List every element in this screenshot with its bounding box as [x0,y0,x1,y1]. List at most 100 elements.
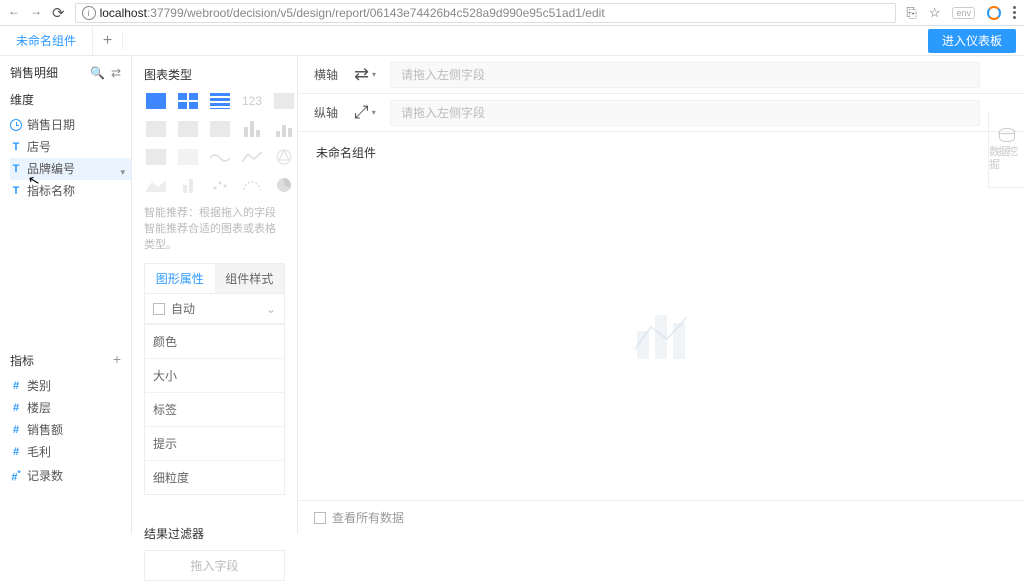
number-type-icon: #* [10,465,22,487]
checkbox-icon[interactable] [314,512,326,524]
chart-type-disabled [272,91,296,111]
back-icon[interactable]: ← [8,4,20,22]
text-type-icon: T [10,182,22,200]
canvas-panel: 横轴 ⇄▾ 请拖入左侧字段 纵轴 ⤢▾ 请拖入左侧字段 数据挖掘 未命名组件 [298,56,1024,534]
chart-type-scatter [208,175,232,195]
url-path: :37799/webroot/decision/v5/design/report… [147,6,605,20]
data-mining-button[interactable]: 数据挖掘 [988,112,1024,188]
chart-type-crosstab[interactable] [176,91,200,111]
chart-type-radar [272,147,296,167]
shape-props: 颜色 大小 标签 提示 细粒度 [144,324,285,495]
translate-icon[interactable]: ⎘ [906,5,916,21]
forward-icon[interactable]: → [30,4,42,22]
dim-item-name[interactable]: T指标名称 [10,180,131,202]
chart-type-disabled [176,119,200,139]
chart-type-grid: 123 [144,91,285,195]
measure-item[interactable]: #类别 [10,375,131,397]
extension-badge[interactable]: env [952,7,975,19]
measure-item[interactable]: #毛利 [10,441,131,463]
chart-type-combo [176,175,200,195]
clock-icon [10,119,22,131]
chart-type-disabled [208,119,232,139]
address-bar[interactable]: i localhost:37799/webroot/decision/v5/de… [75,3,897,23]
chevron-down-icon: ⌄ [266,302,276,316]
chart-type-label: 图表类型 [144,66,285,83]
canvas-title: 未命名组件 [298,132,1024,173]
search-icon[interactable]: 🔍 [90,66,105,80]
x-axis-icon[interactable]: ⇄▾ [348,64,382,85]
add-measure-button[interactable]: + [113,351,121,367]
chart-type-pie [272,175,296,195]
measure-item[interactable]: #楼层 [10,397,131,419]
filter-dropzone[interactable]: 拖入字段 [144,550,285,581]
dimensions-header: 维度 [10,91,131,108]
browser-bar: ← → ⟳ i localhost:37799/webroot/decision… [0,0,1024,26]
y-axis-icon[interactable]: ⤢▾ [348,102,382,123]
auto-row[interactable]: 自动 ⌄ [144,294,285,324]
y-axis-row: 纵轴 ⤢▾ 请拖入左侧字段 [298,94,1024,132]
canvas-body[interactable] [298,173,1024,500]
dim-item-brand[interactable]: T品牌编号▾↖ [10,158,131,180]
chart-type-gauge [240,175,264,195]
extension-swirl-icon[interactable] [987,6,1001,20]
chart-type-kpi[interactable]: 123 [240,91,264,111]
prop-label[interactable]: 标签 [145,392,284,426]
dataset-title: 销售明细 [10,64,58,81]
auto-label: 自动 [171,300,195,317]
reload-icon[interactable]: ⟳ [52,4,65,22]
chart-hint-text: 智能推荐：根据拖入的字段智能推荐合适的图表或表格类型。 [144,205,285,253]
chart-type-bar2 [272,119,296,139]
chart-config-panel: 图表类型 123 智能推荐：根据拖入的字段智能推荐合适的图表或表格类型。 [132,56,298,534]
y-axis-dropzone[interactable]: 请拖入左侧字段 [390,100,980,126]
chart-type-list[interactable] [208,91,232,111]
text-type-icon: T [10,160,22,178]
tab-component-style[interactable]: 组件样式 [215,264,285,293]
chart-type-bar [240,119,264,139]
workspace: 销售明细 🔍 ⇄ 维度 销售日期 T店号 T品牌编号▾↖ T指标名称 指标 + … [0,56,1024,534]
measures-list: #类别 #楼层 #销售额 #毛利 #*记录数 [10,375,131,489]
prop-granularity[interactable]: 细粒度 [145,460,284,494]
chart-type-line [240,147,264,167]
url-host: localhost [100,6,147,20]
number-type-icon: # [10,399,22,417]
database-icon [999,128,1015,142]
chevron-down-icon: ▾ [120,163,125,181]
dim-item-date[interactable]: 销售日期 [10,114,131,136]
checkbox-icon[interactable] [153,303,165,315]
link-icon[interactable]: ⇄ [111,66,121,80]
fields-panel: 销售明细 🔍 ⇄ 维度 销售日期 T店号 T品牌编号▾↖ T指标名称 指标 + … [0,56,132,534]
measure-item[interactable]: #销售额 [10,419,131,441]
menu-icon[interactable] [1013,6,1016,19]
placeholder-chart-icon [637,315,685,359]
number-type-icon: # [10,443,22,461]
info-icon[interactable]: i [82,6,96,20]
chart-type-area [144,175,168,195]
bottom-strip: 查看所有数据 [298,500,1024,534]
text-type-icon: T [10,138,22,156]
measure-item[interactable]: #*记录数 [10,463,131,489]
app-top-bar: 未命名组件 + 进入仪表板 [0,26,1024,56]
prop-tooltip[interactable]: 提示 [145,426,284,460]
attribute-tabs: 图形属性 组件样式 [144,263,285,294]
chart-type-disabled [176,147,200,167]
component-tab[interactable]: 未命名组件 [0,26,93,55]
number-type-icon: # [10,421,22,439]
measures-header: 指标 [10,352,34,369]
prop-size[interactable]: 大小 [145,358,284,392]
add-tab-button[interactable]: + [93,32,123,50]
prop-color[interactable]: 颜色 [145,324,284,358]
x-axis-row: 横轴 ⇄▾ 请拖入左侧字段 [298,56,1024,94]
x-axis-dropzone[interactable]: 请拖入左侧字段 [390,62,980,88]
chart-type-wave [208,147,232,167]
tab-shape-attr[interactable]: 图形属性 [145,264,215,293]
bookmark-icon[interactable]: ☆ [929,5,941,21]
view-all-label: 查看所有数据 [332,509,404,526]
dim-item-store[interactable]: T店号 [10,136,131,158]
dimensions-list: 销售日期 T店号 T品牌编号▾↖ T指标名称 [10,114,131,202]
number-type-icon: # [10,377,22,395]
enter-dashboard-button[interactable]: 进入仪表板 [928,29,1016,53]
x-axis-label: 横轴 [298,66,348,83]
chart-type-disabled [144,147,168,167]
chart-type-table[interactable] [144,91,168,111]
y-axis-label: 纵轴 [298,104,348,121]
